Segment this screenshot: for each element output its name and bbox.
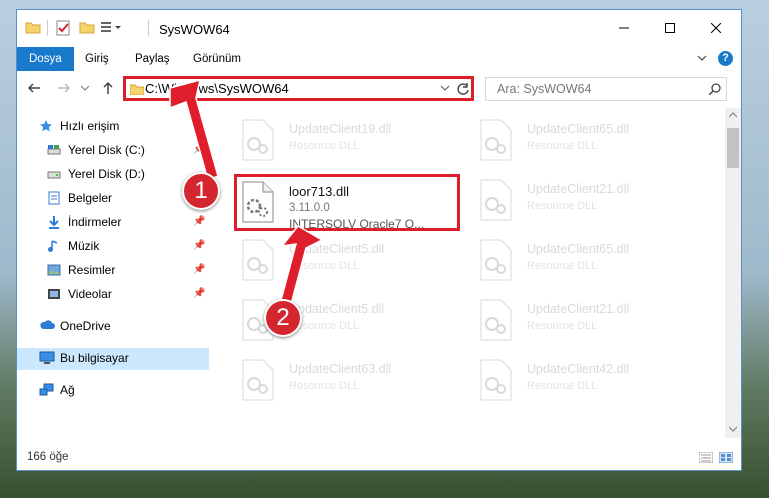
step-badge-one: 1 <box>182 172 220 210</box>
annotation-arrows <box>169 78 324 310</box>
arrow-one <box>169 78 219 182</box>
arrow-two <box>279 225 324 310</box>
step-badge-two: 2 <box>264 299 302 337</box>
